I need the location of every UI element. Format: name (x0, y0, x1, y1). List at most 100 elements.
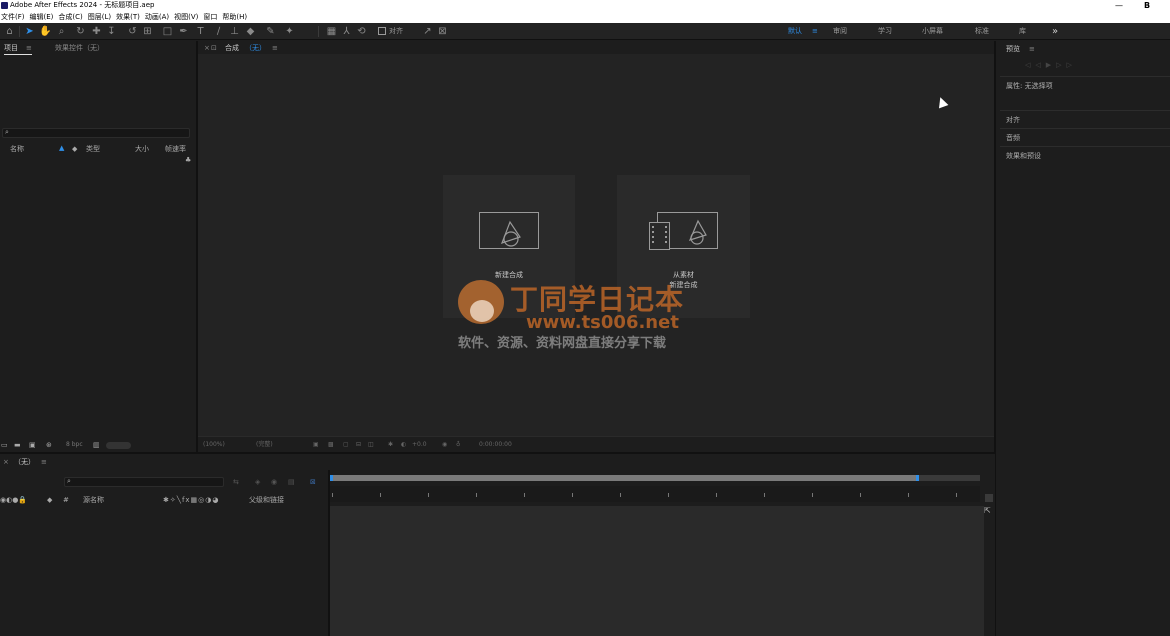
puppet-tool-icon[interactable]: ✦ (284, 26, 295, 37)
new-folder-icon[interactable]: ▬ (14, 440, 21, 450)
menu-effect[interactable]: 效果(T) (115, 11, 144, 23)
column-size[interactable]: 大小 (135, 144, 149, 154)
project-search-input[interactable]: ⌕ (2, 128, 190, 138)
workspace-learn[interactable]: 学习 (878, 26, 892, 37)
sort-ascending-icon[interactable]: ▲ (59, 143, 64, 153)
guides-icon[interactable]: ⊟ (356, 440, 361, 449)
show-snapshot-icon[interactable]: ♁ (456, 440, 460, 449)
close-icon[interactable]: B (1144, 0, 1150, 11)
label-tag-icon[interactable]: ◆ (72, 144, 77, 154)
exposure-icon[interactable]: ◐ (401, 440, 406, 449)
workspace-libraries[interactable]: 库 (1019, 26, 1026, 37)
section-effects-presets[interactable]: 效果和预设 (1000, 146, 1170, 165)
lock-icon[interactable]: ⊡ (211, 43, 217, 53)
menu-file[interactable]: 文件(F) (0, 11, 29, 23)
shy-layers-icon[interactable]: ◉ (271, 477, 277, 487)
anchor-tool-icon[interactable]: ⊞ (142, 26, 153, 37)
tab-project[interactable]: 项目 (4, 43, 18, 53)
bpc-label[interactable]: 8 bpc (66, 440, 83, 450)
comp-marker-bin[interactable] (985, 494, 993, 502)
resolution-dropdown[interactable]: (完整) (256, 440, 273, 449)
exposure-value[interactable]: +0.0 (412, 440, 427, 449)
preview-transport-controls[interactable]: ◁◁▶▷▷ (1025, 61, 1097, 70)
work-area-end-handle[interactable] (916, 475, 919, 481)
snapshot-icon[interactable]: ◉ (442, 440, 447, 449)
column-name[interactable]: 名称 (10, 144, 24, 154)
label-column-icon[interactable]: ◆ (47, 495, 52, 505)
comp-button-icon[interactable]: ⇱ (984, 506, 994, 516)
tab-preview[interactable]: 预览 (1006, 44, 1020, 54)
tab-timeline[interactable]: （无） (14, 457, 35, 467)
new-composition-icon[interactable]: ▣ (29, 440, 36, 450)
workspace-default[interactable]: 默认 (788, 26, 802, 37)
column-source-name[interactable]: 源名称 (83, 495, 104, 505)
zoom-tool-icon[interactable]: ⌕ (56, 26, 67, 37)
column-frame-rate[interactable]: 帧速率 (165, 144, 186, 154)
menu-view[interactable]: 视图(V) (173, 11, 202, 23)
switches-icons[interactable]: ✱✧╲fx▦◎◑◕ (163, 495, 220, 505)
menu-composition[interactable]: 合成(C) (57, 11, 86, 23)
workspace-overflow-icon[interactable]: » (1052, 26, 1058, 37)
project-menu-icon[interactable]: ≡ (26, 43, 32, 53)
preview-menu-icon[interactable]: ≡ (1029, 44, 1035, 54)
rotation-tool-icon[interactable]: ↺ (127, 26, 138, 37)
tab-composition[interactable]: 合成 (225, 43, 239, 53)
adjust-icon[interactable]: ⊛ (46, 440, 52, 450)
align-checkbox[interactable] (378, 27, 386, 35)
type-tool-icon[interactable]: T (195, 26, 206, 37)
comp-mini-flowchart-icon[interactable]: ⇆ (233, 477, 239, 487)
view-axis-icon[interactable]: ⟲ (356, 26, 367, 37)
close-timeline-icon[interactable]: × (3, 457, 9, 467)
hand-tool-icon[interactable]: ✋ (39, 26, 51, 37)
work-area-bar[interactable] (330, 475, 980, 481)
orbit-camera-icon[interactable]: ↻ (75, 26, 86, 37)
close-comp-tab-icon[interactable]: × (204, 43, 210, 53)
brush-tool-icon[interactable]: ∕ (213, 26, 224, 37)
column-type[interactable]: 类型 (86, 144, 100, 154)
roto-brush-icon[interactable]: ✎ (265, 26, 276, 37)
workspace-standard[interactable]: 标准 (975, 26, 989, 37)
interpret-footage-icon[interactable]: ▭ (1, 440, 8, 450)
work-area-start-handle[interactable] (330, 475, 333, 481)
timeline-search-input[interactable]: ⌕ (64, 477, 224, 487)
current-time-display[interactable]: 0:00:00:00 (479, 440, 512, 449)
home-icon[interactable]: ⌂ (4, 26, 15, 37)
snap-icon[interactable]: ↗ (422, 26, 433, 37)
pan-camera-icon[interactable]: ✚ (91, 26, 102, 37)
channel-icon[interactable]: ◫ (368, 440, 374, 449)
zoom-dropdown[interactable]: (100%) (203, 440, 225, 449)
composition-name[interactable]: （无） (245, 43, 266, 53)
graph-editor-icon[interactable]: ⊠ (310, 477, 316, 487)
snap-options-icon[interactable]: ⊠ (437, 26, 448, 37)
shape-tool-icon[interactable]: □ (162, 26, 173, 37)
local-axis-icon[interactable]: ▦ (326, 26, 337, 37)
comp-menu-icon[interactable]: ≡ (272, 43, 278, 53)
workspace-small-screen[interactable]: 小屏幕 (922, 26, 943, 37)
world-axis-icon[interactable]: ⅄ (341, 26, 352, 37)
frame-blending-icon[interactable]: ▤ (288, 477, 295, 487)
selection-tool-icon[interactable]: ➤ (24, 26, 35, 37)
timeline-track-area[interactable] (330, 506, 984, 636)
delete-icon[interactable]: ▥ (93, 440, 100, 450)
section-align[interactable]: 对齐 (1000, 110, 1170, 129)
draft-3d-icon[interactable]: ◈ (255, 477, 260, 487)
pen-tool-icon[interactable]: ✒ (178, 26, 189, 37)
mask-visibility-icon[interactable]: ▢ (343, 440, 349, 449)
transparency-grid-icon[interactable]: ▩ (328, 440, 334, 449)
timeline-menu-icon[interactable]: ≡ (41, 457, 47, 467)
thumbnail-slider[interactable] (106, 442, 131, 449)
minimize-icon[interactable]: — (1115, 0, 1123, 11)
flowchart-icon[interactable]: ♣ (185, 155, 191, 165)
eraser-tool-icon[interactable]: ◆ (245, 26, 256, 37)
clone-stamp-icon[interactable]: ⊥ (229, 26, 240, 37)
menu-edit[interactable]: 编辑(E) (29, 11, 58, 23)
menu-animation[interactable]: 动画(A) (144, 11, 173, 23)
column-number[interactable]: # (63, 495, 69, 505)
dolly-camera-icon[interactable]: ↧ (106, 26, 117, 37)
av-features-icons[interactable]: ◉◐●🔒 (0, 495, 27, 505)
section-audio[interactable]: 音频 (1000, 128, 1170, 147)
column-parent-link[interactable]: 父级和链接 (249, 495, 284, 505)
menu-window[interactable]: 窗口 (202, 11, 221, 23)
composition-viewer[interactable] (198, 54, 994, 436)
region-of-interest-icon[interactable]: ▣ (313, 440, 319, 449)
